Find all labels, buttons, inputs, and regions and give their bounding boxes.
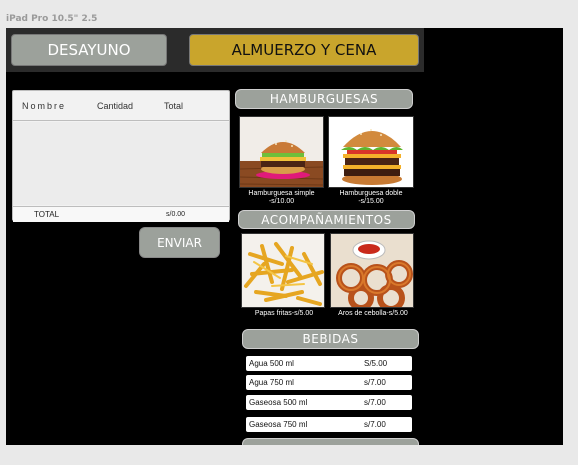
drink-name: Agua 750 ml — [249, 378, 294, 387]
drink-name: Gaseosa 750 ml — [249, 420, 308, 429]
order-table: Nombre Cantidad Total TOTAL s/0.00 — [12, 90, 230, 222]
drink-price: s/7.00 — [364, 378, 386, 387]
papas-fritas-image[interactable] — [241, 233, 325, 308]
drink-name: Agua 500 ml — [249, 359, 294, 368]
drink-price: S/5.00 — [364, 359, 388, 368]
hamburguesa-simple-name: Hamburguesa simple — [248, 190, 315, 197]
tab-desayuno[interactable]: DESAYUNO — [11, 34, 167, 66]
drink-row[interactable]: Agua 750 ml s/7.00 — [246, 375, 412, 390]
device-label: iPad Pro 10.5" 2.5 — [6, 14, 98, 24]
send-button[interactable]: ENVIAR — [139, 227, 220, 258]
aros-de-cebolla-image[interactable] — [330, 233, 414, 308]
total-value: s/0.00 — [166, 211, 186, 218]
order-table-header: Nombre Cantidad Total — [13, 91, 229, 121]
burger-simple-illustration — [240, 117, 323, 187]
column-header-quantity: Cantidad — [97, 101, 134, 111]
burger-double-illustration — [329, 117, 413, 187]
hamburguesa-doble-price: -s/15.00 — [358, 198, 384, 205]
total-label: TOTAL — [34, 210, 60, 219]
top-bar: DESAYUNO ALMUERZO Y CENA — [6, 28, 424, 72]
section-header-next — [242, 438, 419, 445]
drink-name: Gaseosa 500 ml — [249, 398, 308, 407]
tab-almuerzo-y-cena[interactable]: ALMUERZO Y CENA — [189, 34, 419, 66]
papas-fritas-label: Papas fritas-s/5.00 — [254, 310, 314, 317]
hamburguesa-doble-image[interactable] — [328, 116, 414, 188]
order-total-row: TOTAL s/0.00 — [13, 206, 229, 222]
hamburguesa-simple-price: -s/10.00 — [268, 198, 295, 205]
app-screen: DESAYUNO ALMUERZO Y CENA Nombre Cantidad… — [6, 28, 563, 445]
drink-row[interactable]: Gaseosa 750 ml s/7.00 — [246, 417, 412, 432]
fries-illustration — [242, 234, 324, 307]
column-header-total: Total — [164, 101, 184, 111]
order-items-area — [13, 122, 229, 205]
hamburguesa-doble-name: Hamburguesa doble — [339, 190, 403, 197]
onion-rings-illustration — [331, 234, 413, 307]
aros-de-cebolla-label: Aros de cebolla-s/5.00 — [338, 310, 408, 317]
section-header-hamburguesas: HAMBURGUESAS — [235, 89, 413, 109]
drink-price: s/7.00 — [364, 420, 386, 429]
drink-row[interactable]: Gaseosa 500 ml s/7.00 — [246, 395, 412, 410]
drink-price: s/7.00 — [364, 398, 386, 407]
drink-row[interactable]: Agua 500 ml S/5.00 — [246, 356, 412, 371]
section-header-bebidas: BEBIDAS — [242, 329, 419, 349]
section-header-acompanamientos: ACOMPAÑAMIENTOS — [238, 210, 415, 229]
column-header-name: Nombre — [22, 101, 67, 111]
hamburguesa-simple-image[interactable] — [239, 116, 324, 188]
